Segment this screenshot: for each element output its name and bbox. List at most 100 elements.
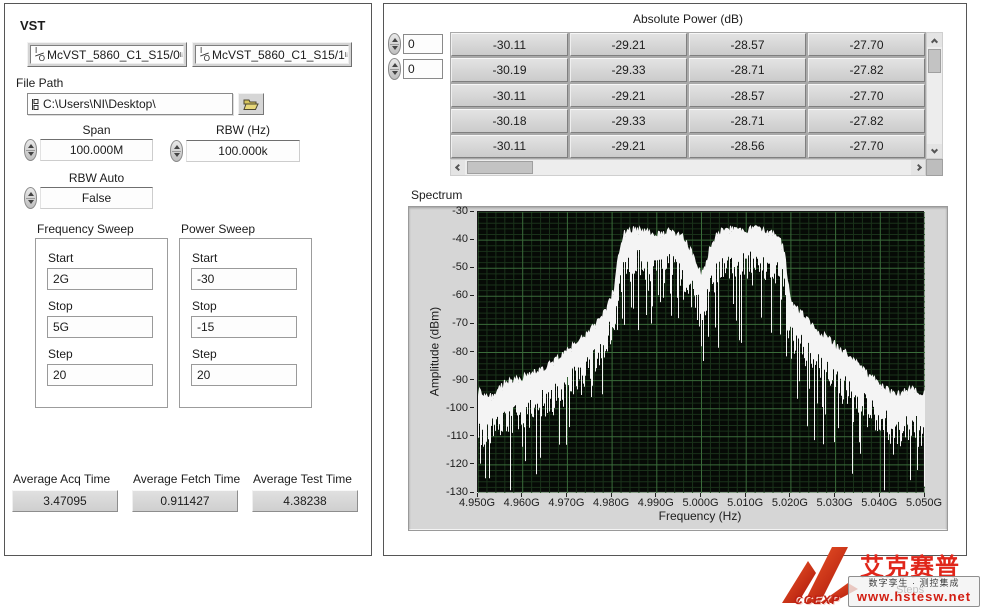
- freq-step-label: Step: [48, 347, 73, 361]
- table-cell[interactable]: -27.70: [808, 135, 925, 158]
- table-cell[interactable]: -30.11: [451, 33, 568, 56]
- table-cell[interactable]: -27.70: [808, 84, 925, 107]
- table-cell[interactable]: -29.21: [570, 84, 687, 107]
- table-cell[interactable]: -30.19: [451, 58, 568, 81]
- power-table-title: Absolute Power (dB): [450, 12, 926, 26]
- spectrum-plot-area[interactable]: [477, 211, 924, 492]
- index-0-value[interactable]: 0: [403, 34, 443, 54]
- vst-frontpanel: VST IO McVST_5860_C1_S15/0 IO McVST_5860…: [0, 0, 984, 610]
- table-cell[interactable]: -30.11: [451, 135, 568, 158]
- span-label: Span: [40, 123, 153, 137]
- index-0-spinner[interactable]: [388, 33, 401, 55]
- dropdown-arrow-button[interactable]: [345, 52, 349, 57]
- y-tick-label: -40: [428, 231, 474, 247]
- table-cell[interactable]: -28.57: [689, 33, 806, 56]
- vst-section-label: VST: [20, 18, 45, 33]
- scroll-left-button[interactable]: [451, 160, 465, 175]
- vendor-watermark: Steps CCEXP 艾克赛普 数字孪生 · 测控集成 www.hstesw.…: [768, 543, 984, 610]
- table-index-0[interactable]: 0: [388, 33, 443, 55]
- vertical-scroll-thumb[interactable]: [928, 49, 941, 73]
- dropdown-arrow-button[interactable]: [180, 52, 184, 57]
- y-tick-label: -120: [428, 456, 474, 472]
- table-row: -30.11-29.21-28.57-27.70: [451, 84, 925, 107]
- chevron-right-icon: [914, 164, 921, 171]
- rbw-auto-field[interactable]: False: [40, 187, 153, 209]
- power-sweep-label: Power Sweep: [181, 222, 255, 236]
- vendor-tagline-box: 数字孪生 · 测控集成 www.hstesw.net: [848, 576, 980, 607]
- open-folder-icon: [243, 98, 259, 110]
- table-cell[interactable]: -30.11: [451, 84, 568, 107]
- y-tick-label: -30: [428, 203, 474, 219]
- vst-device-0-value-area: IO McVST_5860_C1_S15/0: [30, 45, 184, 64]
- power-step-field[interactable]: 20: [191, 364, 297, 386]
- power-start-label: Start: [192, 251, 217, 265]
- avg-acq-time-label: Average Acq Time: [13, 472, 110, 486]
- chevron-up-icon: [931, 38, 938, 45]
- table-cell[interactable]: -30.18: [451, 109, 568, 132]
- scroll-right-button[interactable]: [911, 160, 925, 175]
- table-index-1[interactable]: 0: [388, 58, 443, 80]
- chevron-down-icon: [931, 146, 938, 153]
- freq-start-field[interactable]: 2G: [47, 268, 153, 290]
- avg-fetch-time-label: Average Fetch Time: [133, 472, 240, 486]
- scrollbar-corner: [926, 159, 943, 176]
- rbw-auto-label: RBW Auto: [40, 171, 153, 185]
- table-cell[interactable]: -29.21: [570, 135, 687, 158]
- x-tick-label: 5.050G: [898, 493, 950, 509]
- table-cell[interactable]: -29.33: [570, 109, 687, 132]
- rbw-label: RBW (Hz): [186, 123, 300, 137]
- file-path-input[interactable]: C:\Users\NI\Desktop\: [27, 93, 233, 115]
- table-cell[interactable]: -27.70: [808, 33, 925, 56]
- scroll-down-button[interactable]: [927, 144, 942, 158]
- vendor-url: www.hstesw.net: [849, 589, 979, 604]
- y-axis-title: Amplitude (dBm): [428, 297, 443, 407]
- browse-folder-button[interactable]: [238, 93, 264, 115]
- vst-device-1-value-area: IO McVST_5860_C1_S15/1: [195, 45, 349, 64]
- freq-stop-field[interactable]: 5G: [47, 316, 153, 338]
- table-cell[interactable]: -29.33: [570, 58, 687, 81]
- table-cell[interactable]: -27.82: [808, 58, 925, 81]
- span-spinner[interactable]: [24, 139, 37, 161]
- avg-acq-time-value: 3.47095: [12, 490, 118, 512]
- table-cell[interactable]: -28.56: [689, 135, 806, 158]
- table-horizontal-scrollbar[interactable]: [450, 159, 926, 176]
- freq-start-label: Start: [48, 251, 73, 265]
- freq-step-field[interactable]: 20: [47, 364, 153, 386]
- power-start-field[interactable]: -30: [191, 268, 297, 290]
- power-stop-field[interactable]: -15: [191, 316, 297, 338]
- index-1-value[interactable]: 0: [403, 59, 443, 79]
- io-name-icon: IO: [34, 47, 45, 62]
- rbw-field[interactable]: 100.000k: [186, 140, 300, 162]
- avg-test-time-value: 4.38238: [252, 490, 358, 512]
- y-tick-label: -50: [428, 259, 474, 275]
- file-path-label: File Path: [16, 76, 63, 90]
- frequency-sweep-label: Frequency Sweep: [37, 222, 134, 236]
- table-row: -30.11-29.21-28.56-27.70: [451, 135, 925, 158]
- horizontal-scroll-thumb[interactable]: [467, 161, 533, 174]
- index-1-spinner[interactable]: [388, 58, 401, 80]
- scroll-up-button[interactable]: [927, 33, 942, 47]
- spectrum-title: Spectrum: [411, 188, 462, 202]
- rbw-auto-spinner[interactable]: [24, 187, 37, 209]
- table-row: -30.18-29.33-28.71-27.82: [451, 109, 925, 132]
- absolute-power-table: -30.11-29.21-28.57-27.70-30.19-29.33-28.…: [450, 32, 926, 159]
- spectrum-trace: [478, 212, 925, 493]
- table-cell[interactable]: -28.71: [689, 58, 806, 81]
- table-vertical-scrollbar[interactable]: [926, 32, 943, 159]
- vst-device-dropdown-1[interactable]: IO McVST_5860_C1_S15/1: [192, 42, 352, 67]
- table-cell[interactable]: -29.21: [570, 33, 687, 56]
- table-cell[interactable]: -28.71: [689, 109, 806, 132]
- vst-device-dropdown-0[interactable]: IO McVST_5860_C1_S15/0: [27, 42, 187, 67]
- power-stop-label: Stop: [192, 299, 217, 313]
- table-row: -30.19-29.33-28.71-27.82: [451, 58, 925, 81]
- chevron-left-icon: [454, 164, 461, 171]
- table-cell[interactable]: -27.82: [808, 109, 925, 132]
- table-cell[interactable]: -28.57: [689, 84, 806, 107]
- rbw-spinner[interactable]: [170, 140, 183, 162]
- y-tick-label: -110: [428, 428, 474, 444]
- vst-device-1-value: McVST_5860_C1_S15/1: [212, 48, 345, 62]
- freq-stop-label: Stop: [48, 299, 73, 313]
- vst-device-0-value: McVST_5860_C1_S15/0: [47, 48, 180, 62]
- span-field[interactable]: 100.000M: [40, 139, 153, 161]
- avg-fetch-time-value: 0.911427: [132, 490, 238, 512]
